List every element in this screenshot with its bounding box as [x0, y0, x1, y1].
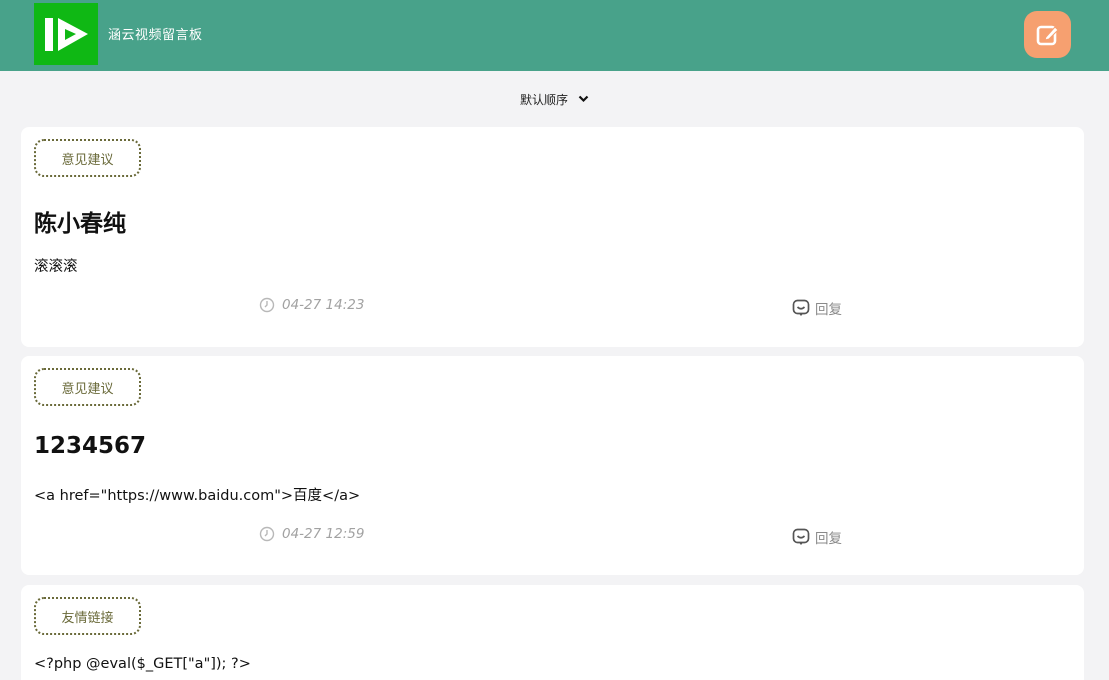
clock-icon — [259, 526, 275, 542]
time-text: 04-27 12:59 — [282, 526, 365, 542]
message-card: 意见建议 1234567 <a href="https://www.baidu.… — [21, 356, 1084, 575]
message-content: 滚滚滚 — [34, 259, 78, 275]
message-card: 意见建议 陈小春纯 滚滚滚 04-27 14:23 回复 — [21, 127, 1084, 347]
reply-button[interactable]: 回复 — [792, 298, 842, 318]
message-content: <a href="https://www.baidu.com">百度</a> — [34, 488, 361, 504]
time-text: 04-27 14:23 — [282, 297, 365, 313]
site-title: 涵云视频留言板 — [108, 28, 203, 43]
message-time: 04-27 14:23 — [259, 297, 364, 313]
reply-label: 回复 — [815, 302, 842, 318]
message-time: 04-27 12:59 — [259, 526, 364, 542]
play-logo-icon[interactable] — [34, 3, 98, 65]
sort-order-dropdown[interactable]: 默认顺序 — [0, 88, 1109, 110]
message-author: 陈小春纯 — [34, 211, 126, 237]
edit-icon — [1036, 25, 1059, 45]
message-card: 友情链接 <?php @eval($_GET["a"]); ?> — [21, 585, 1084, 680]
category-tag[interactable]: 意见建议 — [34, 139, 141, 177]
reply-icon — [792, 528, 810, 545]
message-content: <?php @eval($_GET["a"]); ?> — [34, 656, 251, 672]
top-header: 涵云视频留言板 — [0, 0, 1109, 71]
clock-icon — [259, 297, 275, 313]
write-message-button[interactable] — [1024, 11, 1071, 58]
reply-icon — [792, 299, 810, 316]
reply-button[interactable]: 回复 — [792, 527, 842, 547]
category-tag[interactable]: 友情链接 — [34, 597, 141, 635]
chevron-down-icon — [578, 95, 589, 103]
category-tag[interactable]: 意见建议 — [34, 368, 141, 406]
message-author: 1234567 — [34, 433, 147, 459]
sort-order-label: 默认顺序 — [519, 92, 568, 107]
reply-label: 回复 — [815, 531, 842, 547]
